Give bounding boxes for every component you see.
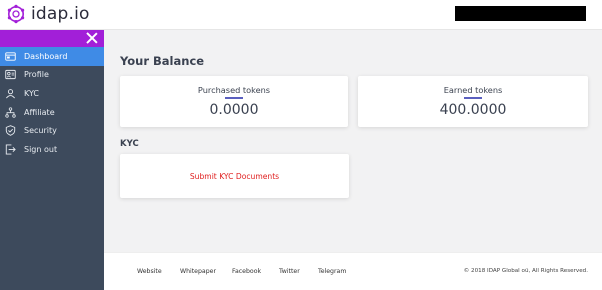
sidebar-item-label: KYC bbox=[24, 88, 39, 98]
close-icon[interactable] bbox=[85, 31, 99, 45]
main-content: Your Balance Purchased tokens 0.0000 Ear… bbox=[104, 30, 602, 252]
sidebar-nav: Dashboard Profile KYC Affiliate Security bbox=[0, 47, 104, 159]
footer-link-twitter[interactable]: Twitter bbox=[279, 268, 300, 275]
purchased-tokens-value: 0.0000 bbox=[209, 102, 259, 118]
redacted-account-info bbox=[455, 6, 586, 21]
sidebar-item-security[interactable]: Security bbox=[0, 121, 104, 140]
earned-tokens-card: Earned tokens 400.0000 bbox=[358, 76, 588, 127]
sidebar-item-profile[interactable]: Profile bbox=[0, 66, 104, 85]
dashboard-icon bbox=[5, 51, 16, 62]
affiliate-icon bbox=[5, 106, 16, 118]
card-underline bbox=[225, 97, 243, 99]
sidebar-item-label: Security bbox=[24, 126, 57, 136]
kyc-card: Submit KYC Documents bbox=[120, 154, 349, 198]
sidebar-header bbox=[0, 30, 104, 47]
sign-out-icon bbox=[5, 144, 16, 155]
card-label: Purchased tokens bbox=[197, 85, 271, 95]
sidebar-item-kyc[interactable]: KYC bbox=[0, 84, 104, 103]
footer-link-facebook[interactable]: Facebook bbox=[232, 268, 261, 275]
footer-link-website[interactable]: Website bbox=[137, 268, 162, 275]
footer: Website Whitepaper Facebook Twitter Tele… bbox=[104, 252, 602, 290]
card-underline bbox=[464, 97, 482, 99]
sidebar-item-dashboard[interactable]: Dashboard bbox=[0, 47, 104, 66]
brand-logo[interactable]: idap.io bbox=[6, 4, 90, 24]
earned-tokens-value: 400.0000 bbox=[439, 102, 507, 118]
kyc-icon bbox=[5, 88, 16, 99]
sidebar-item-sign-out[interactable]: Sign out bbox=[0, 140, 104, 159]
copyright: © 2018 IDAP Global oü, All Rights Reserv… bbox=[463, 268, 588, 274]
page-title: Your Balance bbox=[120, 54, 205, 68]
sidebar-item-label: Affiliate bbox=[24, 107, 55, 117]
purchased-tokens-card: Purchased tokens 0.0000 bbox=[120, 76, 348, 127]
shield-icon bbox=[5, 125, 16, 136]
sidebar: Dashboard Profile KYC Affiliate Security bbox=[0, 30, 104, 290]
profile-icon bbox=[5, 69, 16, 80]
card-label: Earned tokens bbox=[443, 85, 503, 95]
sidebar-item-label: Dashboard bbox=[24, 51, 68, 61]
top-header: idap.io bbox=[0, 0, 602, 30]
submit-kyc-link[interactable]: Submit KYC Documents bbox=[120, 172, 349, 181]
idap-logo-icon bbox=[6, 4, 26, 24]
kyc-heading: KYC bbox=[120, 139, 139, 149]
sidebar-item-label: Sign out bbox=[24, 144, 58, 154]
sidebar-item-label: Profile bbox=[24, 70, 49, 80]
footer-link-whitepaper[interactable]: Whitepaper bbox=[180, 268, 216, 275]
footer-link-telegram[interactable]: Telegram bbox=[318, 268, 346, 275]
sidebar-item-affiliate[interactable]: Affiliate bbox=[0, 103, 104, 122]
brand-name: idap.io bbox=[31, 4, 90, 24]
